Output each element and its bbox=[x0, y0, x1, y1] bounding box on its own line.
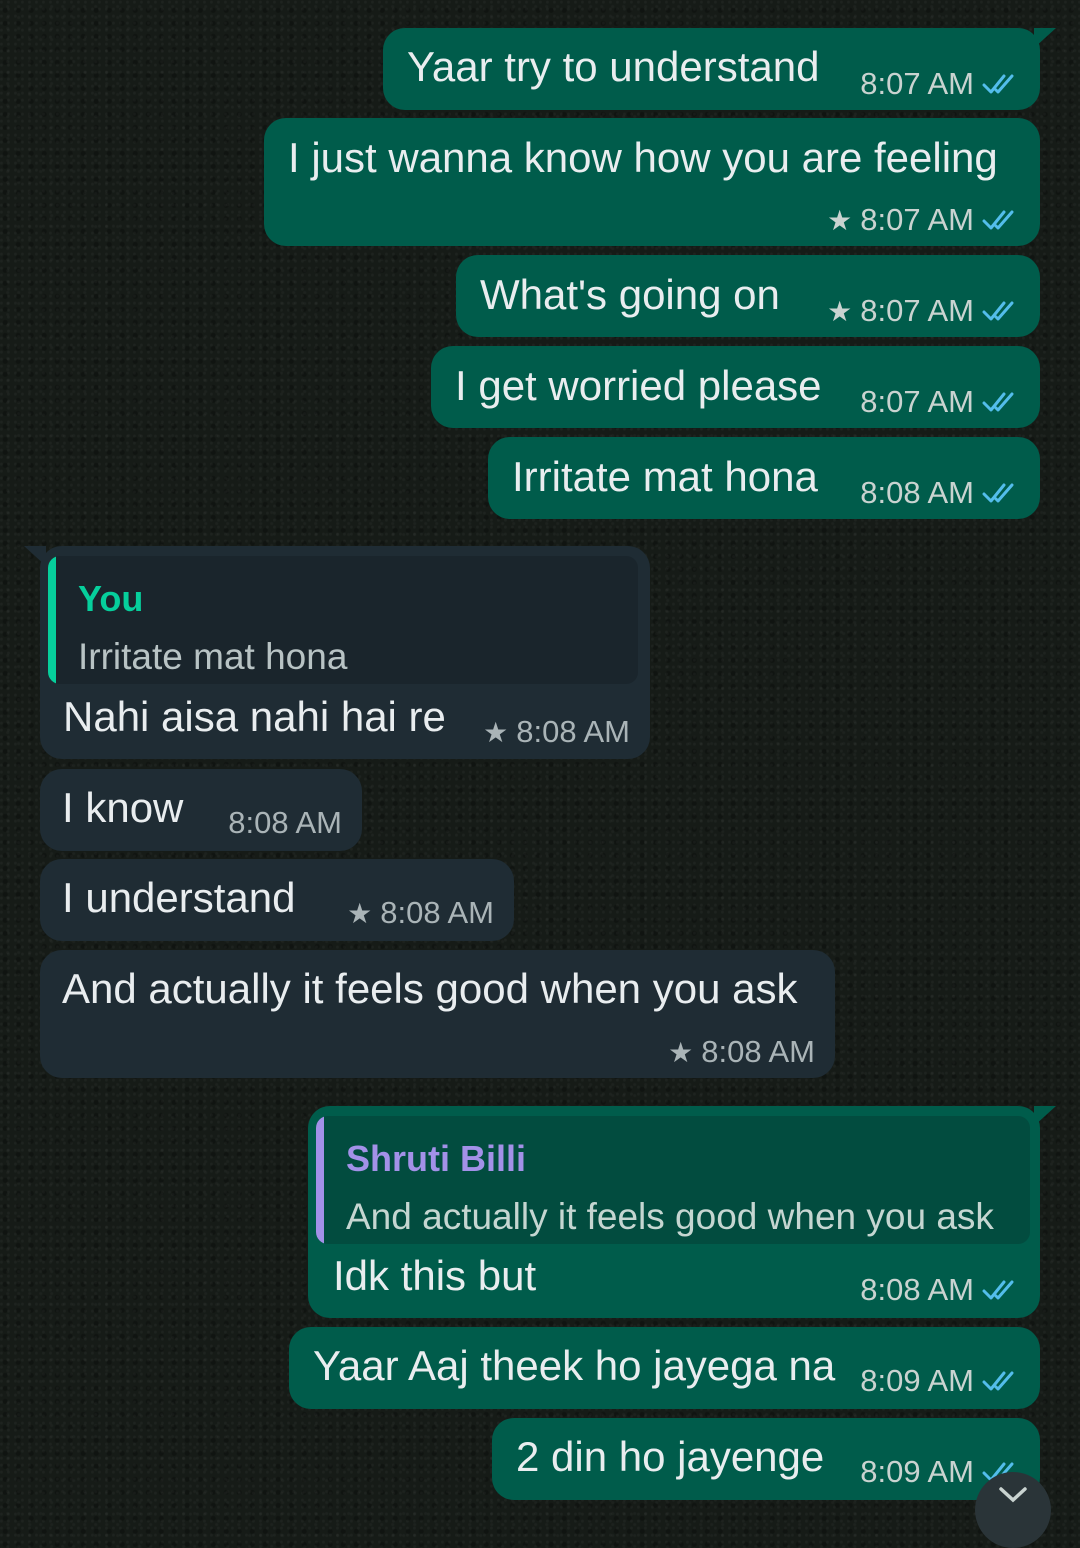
message-time: 8:07 AM bbox=[860, 384, 974, 419]
message-text: And actually it feels good when you ask bbox=[62, 965, 798, 1012]
message-bubble-outgoing[interactable]: Irritate mat hona 8:08 AM bbox=[488, 437, 1040, 519]
message-text: Irritate mat hona bbox=[512, 453, 818, 500]
double-check-icon bbox=[982, 390, 1020, 414]
quote-sender: You bbox=[78, 578, 144, 619]
message-meta: 8:08 AM bbox=[860, 1272, 1020, 1308]
message-bubble-outgoing[interactable]: 2 din ho jayenge 8:09 AM bbox=[492, 1418, 1040, 1500]
message-bubble-outgoing[interactable]: Yaar Aaj theek ho jayega na 8:09 AM bbox=[289, 1327, 1040, 1409]
star-icon: ★ bbox=[827, 295, 853, 327]
message-text: Nahi aisa nahi hai re bbox=[63, 693, 446, 740]
message-bubble-outgoing[interactable]: Yaar try to understand 8:07 AM bbox=[383, 28, 1056, 110]
message-meta: 8:07 AM bbox=[860, 66, 1020, 102]
double-check-icon bbox=[982, 481, 1020, 505]
message-time: 8:09 AM bbox=[860, 1454, 974, 1489]
double-check-icon bbox=[982, 1278, 1020, 1302]
quote-accent-bar bbox=[316, 1116, 324, 1244]
quote-accent-bar bbox=[48, 556, 56, 684]
message-meta: 8:09 AM bbox=[860, 1363, 1020, 1399]
message-time: 8:08 AM bbox=[228, 805, 342, 840]
message-text: I just wanna know how you are feeling bbox=[288, 134, 998, 181]
message-text: 2 din ho jayenge bbox=[516, 1433, 825, 1480]
message-bubble-outgoing[interactable]: I get worried please 8:07 AM bbox=[431, 346, 1040, 428]
star-icon: ★ bbox=[347, 897, 373, 929]
message-bubble-outgoing[interactable]: Shruti Billi And actually it feels good … bbox=[308, 1106, 1056, 1318]
message-meta: ★ 8:07 AM bbox=[827, 293, 1020, 329]
scroll-to-bottom-button[interactable] bbox=[975, 1472, 1051, 1548]
message-text: I understand bbox=[62, 874, 296, 921]
message-time: 8:08 AM bbox=[860, 475, 974, 510]
double-check-icon bbox=[982, 299, 1020, 323]
message-meta: 8:07 AM bbox=[860, 384, 1020, 420]
star-icon: ★ bbox=[827, 204, 853, 236]
message-time: 8:08 AM bbox=[701, 1034, 815, 1069]
reply-quote[interactable]: You Irritate mat hona bbox=[48, 556, 638, 684]
chat-message-list[interactable]: Yaar try to understand 8:07 AM I just wa… bbox=[0, 0, 1080, 1548]
message-time: 8:07 AM bbox=[860, 66, 974, 101]
message-time: 8:07 AM bbox=[860, 293, 974, 328]
message-bubble-incoming[interactable]: And actually it feels good when you ask … bbox=[40, 950, 835, 1078]
message-text: I get worried please bbox=[455, 362, 822, 409]
message-time: 8:08 AM bbox=[380, 895, 494, 930]
message-meta: ★ 8:08 AM bbox=[483, 714, 630, 750]
message-bubble-outgoing[interactable]: What's going on ★ 8:07 AM bbox=[456, 255, 1040, 337]
message-bubble-incoming[interactable]: I know 8:08 AM bbox=[40, 769, 362, 851]
star-icon: ★ bbox=[483, 716, 509, 748]
message-text: Yaar try to understand bbox=[407, 43, 820, 90]
message-bubble-incoming[interactable]: You Irritate mat hona Nahi aisa nahi hai… bbox=[24, 546, 650, 759]
reply-quote[interactable]: Shruti Billi And actually it feels good … bbox=[316, 1116, 1030, 1244]
message-time: 8:09 AM bbox=[860, 1363, 974, 1398]
message-meta: ★ 8:07 AM bbox=[827, 202, 1020, 238]
double-check-icon bbox=[982, 1369, 1020, 1393]
message-time: 8:08 AM bbox=[516, 714, 630, 749]
star-icon: ★ bbox=[668, 1036, 694, 1068]
message-time: 8:07 AM bbox=[860, 202, 974, 237]
quote-text: And actually it feels good when you ask bbox=[346, 1196, 994, 1237]
message-bubble-incoming[interactable]: I understand ★ 8:08 AM bbox=[40, 859, 514, 941]
message-meta: ★ 8:08 AM bbox=[668, 1034, 815, 1070]
quote-text: Irritate mat hona bbox=[78, 636, 348, 677]
message-text: What's going on bbox=[480, 271, 780, 318]
message-text: I know bbox=[62, 784, 184, 831]
double-check-icon bbox=[982, 72, 1020, 96]
message-text: Idk this but bbox=[333, 1252, 537, 1299]
message-bubble-outgoing[interactable]: I just wanna know how you are feeling ★ … bbox=[264, 118, 1040, 246]
message-time: 8:08 AM bbox=[860, 1272, 974, 1307]
message-meta: ★ 8:08 AM bbox=[347, 895, 494, 931]
message-meta: 8:08 AM bbox=[860, 475, 1020, 511]
message-meta: 8:08 AM bbox=[228, 805, 342, 841]
message-text: Yaar Aaj theek ho jayega na bbox=[313, 1342, 836, 1389]
chevron-down-icon bbox=[999, 1487, 1027, 1503]
double-check-icon bbox=[982, 208, 1020, 232]
quote-sender: Shruti Billi bbox=[346, 1138, 526, 1179]
